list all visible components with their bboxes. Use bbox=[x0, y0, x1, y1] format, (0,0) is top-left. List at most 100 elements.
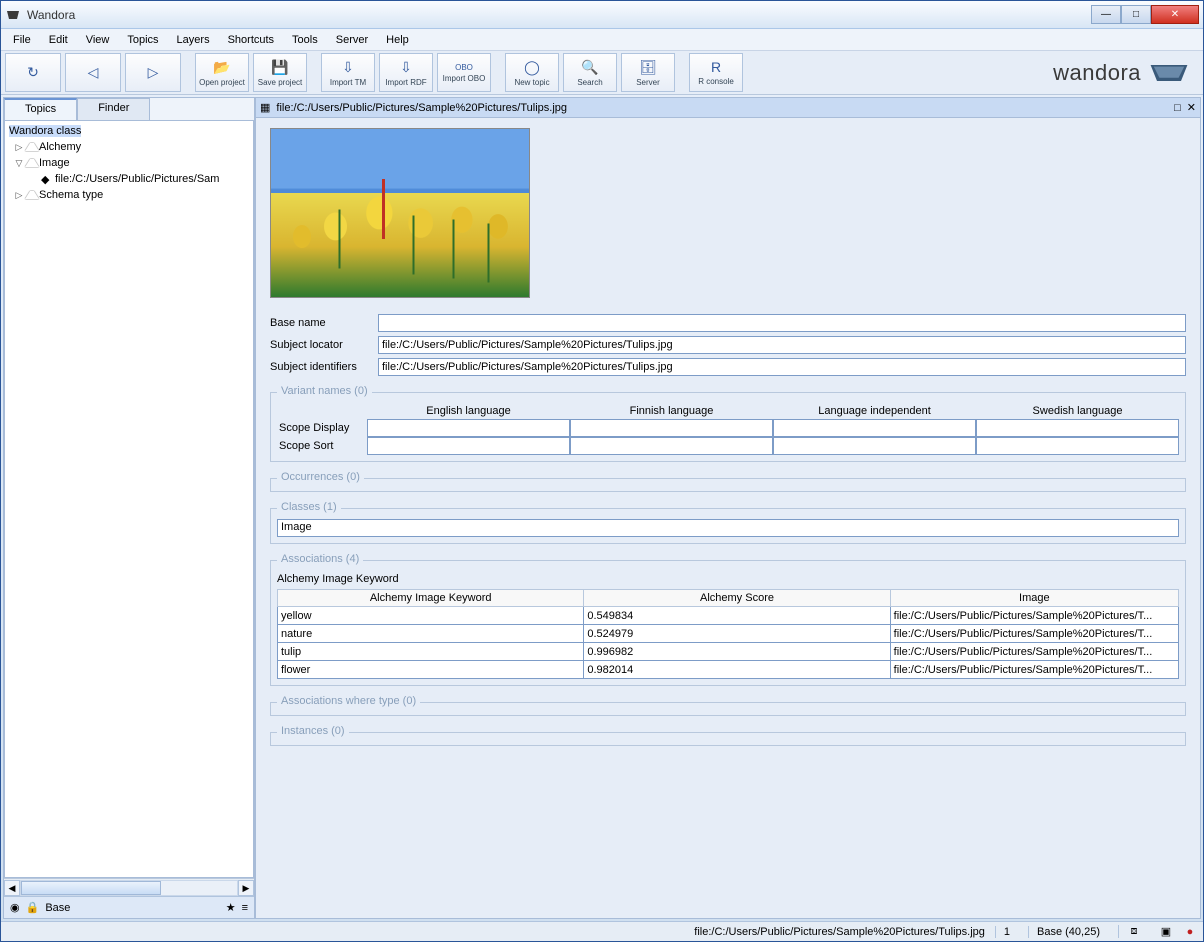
document-icon: ▦ bbox=[260, 101, 270, 114]
layer-menu-icon[interactable]: ≡ bbox=[242, 902, 248, 914]
table-row[interactable]: tulip0.996982file:/C:/Users/Public/Pictu… bbox=[278, 643, 1179, 661]
star-icon[interactable]: ★ bbox=[226, 901, 236, 914]
subject-locator-input[interactable] bbox=[378, 336, 1186, 354]
save-icon: 💾 bbox=[271, 59, 288, 76]
document-titlebar: ▦ file:/C:/Users/Public/Pictures/Sample%… bbox=[256, 98, 1200, 118]
instances-section[interactable]: Instances (0) bbox=[270, 732, 1186, 746]
minimize-button[interactable]: — bbox=[1091, 5, 1121, 24]
menu-topics[interactable]: Topics bbox=[119, 32, 166, 48]
scroll-track[interactable] bbox=[20, 880, 238, 896]
collapse-icon[interactable]: ▽ bbox=[13, 158, 25, 169]
refresh-button[interactable]: ↻ bbox=[5, 53, 61, 92]
base-name-input[interactable] bbox=[378, 314, 1186, 332]
variant-cell[interactable] bbox=[773, 419, 976, 437]
search-button[interactable]: 🔍Search bbox=[563, 53, 617, 92]
scroll-left-icon[interactable]: ◀ bbox=[4, 880, 20, 896]
scroll-thumb[interactable] bbox=[21, 881, 161, 895]
status-record-icon[interactable]: ● bbox=[1183, 926, 1197, 938]
status-icon-2[interactable]: ▣ bbox=[1159, 925, 1173, 938]
variant-cell[interactable] bbox=[367, 419, 570, 437]
instances-legend: Instances (0) bbox=[277, 725, 349, 737]
variant-cell[interactable] bbox=[976, 419, 1179, 437]
variant-cell[interactable] bbox=[976, 437, 1179, 455]
menu-shortcuts[interactable]: Shortcuts bbox=[220, 32, 282, 48]
maximize-panel-icon[interactable]: □ bbox=[1174, 102, 1181, 114]
variant-col-2: Language independent bbox=[773, 403, 976, 419]
document-title: file:/C:/Users/Public/Pictures/Sample%20… bbox=[276, 102, 567, 114]
menu-help[interactable]: Help bbox=[378, 32, 417, 48]
tab-finder[interactable]: Finder bbox=[77, 98, 150, 120]
menu-server[interactable]: Server bbox=[328, 32, 376, 48]
brand-label: wandora bbox=[1053, 60, 1141, 86]
table-row[interactable]: nature0.524979file:/C:/Users/Public/Pict… bbox=[278, 625, 1179, 643]
back-icon: ◁ bbox=[88, 64, 99, 81]
expand-icon[interactable]: ▷ bbox=[13, 142, 25, 153]
save-project-label: Save project bbox=[258, 78, 302, 87]
app-icon bbox=[5, 7, 21, 23]
table-row[interactable]: yellow0.549834file:/C:/Users/Public/Pict… bbox=[278, 607, 1179, 625]
brand-logo: wandora bbox=[1053, 53, 1199, 92]
open-project-button[interactable]: 📂Open project bbox=[195, 53, 249, 92]
variant-cell[interactable] bbox=[367, 437, 570, 455]
window-title: Wandora bbox=[27, 8, 1091, 22]
leaf-icon: ◆ bbox=[41, 173, 55, 186]
associations-table: Alchemy Image Keyword Alchemy Score Imag… bbox=[277, 589, 1179, 679]
main-panel: ▦ file:/C:/Users/Public/Pictures/Sample%… bbox=[255, 97, 1201, 919]
server-button[interactable]: 🗄Server bbox=[621, 53, 675, 92]
classes-value[interactable]: Image bbox=[277, 519, 1179, 537]
expand-icon[interactable]: ▷ bbox=[13, 190, 25, 201]
variant-cell[interactable] bbox=[570, 419, 773, 437]
server-icon: 🗄 bbox=[639, 59, 657, 76]
menu-view[interactable]: View bbox=[78, 32, 118, 48]
import-obo-button[interactable]: OBOImport OBO bbox=[437, 53, 491, 92]
tree-hscroll[interactable]: ◀ ▶ bbox=[4, 878, 254, 896]
tab-topics[interactable]: Topics bbox=[4, 98, 77, 120]
new-topic-label: New topic bbox=[514, 78, 549, 87]
menu-tools[interactable]: Tools bbox=[284, 32, 326, 48]
variant-row-0: Scope Display bbox=[277, 419, 367, 437]
eye-icon[interactable]: ◉ bbox=[10, 901, 20, 914]
r-console-button[interactable]: RR console bbox=[689, 53, 743, 92]
refresh-icon: ↻ bbox=[27, 64, 39, 81]
layer-row[interactable]: ◉ 🔒 Base ★ ≡ bbox=[4, 896, 254, 918]
assoc-col-0[interactable]: Alchemy Image Keyword bbox=[278, 590, 584, 607]
tree-root[interactable]: Wandora class bbox=[5, 123, 254, 139]
variant-cell[interactable] bbox=[570, 437, 773, 455]
table-row[interactable]: flower0.982014file:/C:/Users/Public/Pict… bbox=[278, 661, 1179, 679]
menu-edit[interactable]: Edit bbox=[41, 32, 76, 48]
import-rdf-button[interactable]: ⇩Import RDF bbox=[379, 53, 433, 92]
import-tm-button[interactable]: ⇩Import TM bbox=[321, 53, 375, 92]
r-console-icon: R bbox=[711, 59, 721, 75]
topics-tree[interactable]: Wandora class ▷Alchemy ▽Image ◆file:/C:/… bbox=[4, 120, 254, 878]
associations-where-type-section[interactable]: Associations where type (0) bbox=[270, 702, 1186, 716]
lock-icon[interactable]: 🔒 bbox=[26, 901, 40, 914]
menu-file[interactable]: File bbox=[5, 32, 39, 48]
sidebar: Topics Finder Wandora class ▷Alchemy ▽Im… bbox=[3, 97, 255, 919]
tree-node-schema[interactable]: ▷Schema type bbox=[5, 187, 254, 203]
close-panel-icon[interactable]: ✕ bbox=[1187, 101, 1196, 114]
menu-layers[interactable]: Layers bbox=[169, 32, 218, 48]
topic-icon bbox=[25, 191, 39, 199]
variant-col-1: Finnish language bbox=[570, 403, 773, 419]
back-button[interactable]: ◁ bbox=[65, 53, 121, 92]
tree-node-image[interactable]: ▽Image bbox=[5, 155, 254, 171]
variant-col-0: English language bbox=[367, 403, 570, 419]
status-path: file:/C:/Users/Public/Pictures/Sample%20… bbox=[694, 926, 985, 938]
occurrences-section[interactable]: Occurrences (0) bbox=[270, 478, 1186, 492]
save-project-button[interactable]: 💾 Save project bbox=[253, 53, 307, 92]
close-button[interactable]: ✕ bbox=[1151, 5, 1199, 24]
new-topic-icon: ◯ bbox=[524, 59, 540, 76]
assoc-col-1[interactable]: Alchemy Score bbox=[584, 590, 890, 607]
status-icon-1[interactable]: ⧈ bbox=[1127, 925, 1141, 938]
maximize-button[interactable]: □ bbox=[1121, 5, 1151, 24]
tree-node-alchemy[interactable]: ▷Alchemy bbox=[5, 139, 254, 155]
assoc-col-2[interactable]: Image bbox=[890, 590, 1178, 607]
new-topic-button[interactable]: ◯ New topic bbox=[505, 53, 559, 92]
tree-node-image-child[interactable]: ◆file:/C:/Users/Public/Pictures/Sam bbox=[5, 171, 254, 187]
scroll-right-icon[interactable]: ▶ bbox=[238, 880, 254, 896]
variant-cell[interactable] bbox=[773, 437, 976, 455]
subject-identifiers-input[interactable] bbox=[378, 358, 1186, 376]
layer-name: Base bbox=[45, 902, 70, 914]
variant-row-1: Scope Sort bbox=[277, 437, 367, 455]
forward-button[interactable]: ▷ bbox=[125, 53, 181, 92]
